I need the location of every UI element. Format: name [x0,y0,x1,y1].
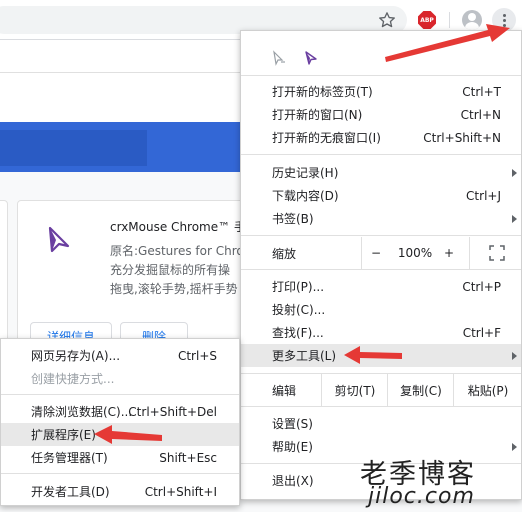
menu-separator [241,406,521,407]
menu-shortcut: Ctrl+Shift+I [144,484,217,499]
menu-label: 扩展程序(E) [31,428,96,442]
zoom-divider [361,237,362,269]
submenu-developer-tools[interactable]: 开发者工具(D) Ctrl+Shift+I [1,480,239,503]
menu-shortcut: Ctrl+P [462,279,501,294]
menu-new-incognito-window[interactable]: 打开新的无痕窗口(I) Ctrl+Shift+N [241,126,521,149]
menu-shortcut: Shift+Esc [159,450,217,465]
menu-label: 任务管理器(T) [31,451,108,465]
zoom-level: 100% [397,246,433,260]
submenu-save-page-as[interactable]: 网页另存为(A)... Ctrl+S [1,344,239,367]
menu-separator [241,154,521,155]
menu-label: 下载内容(D) [272,189,339,203]
chrome-main-menu: 打开新的标签页(T) Ctrl+T 打开新的窗口(N) Ctrl+N 打开新的无痕窗… [240,30,522,500]
menu-downloads[interactable]: 下载内容(D) Ctrl+J [241,184,521,207]
extension-name: crxMouse Chrome™ 手 [110,220,246,234]
chrome-menu-button[interactable] [492,8,516,32]
menu-new-tab[interactable]: 打开新的标签页(T) Ctrl+T [241,80,521,103]
edit-divider [453,374,454,406]
submenu-arrow-icon [512,442,517,451]
menu-label: 设置(S) [272,417,313,431]
menu-settings[interactable]: 设置(S) [241,412,521,435]
watermark-url: jiloc.com [368,484,475,509]
menu-label: 创建快捷方式... [31,372,115,386]
menu-history[interactable]: 历史记录(H) [241,161,521,184]
menu-shortcut: Ctrl+Shift+N [423,130,501,145]
extension-desc-line: 原名:Gestures for Chro [110,244,244,258]
zoom-out-button[interactable]: − [363,237,389,269]
page-header-title-area [0,130,147,166]
edit-label: 编辑 [272,383,297,398]
menu-separator [241,75,521,76]
edit-divider [387,374,388,406]
submenu-create-shortcut[interactable]: 创建快捷方式... [1,367,239,390]
zoom-row: 缩放 − 100% + [241,237,521,269]
menu-label: 打开新的窗口(N) [272,108,363,122]
cursor-arrow-icon[interactable] [303,50,319,69]
adblock-plus-icon[interactable]: ABP [418,11,436,29]
profile-avatar-icon[interactable] [462,10,482,30]
menu-label: 网页另存为(A)... [31,349,121,363]
submenu-extensions[interactable]: 扩展程序(E) [1,423,239,446]
menu-more-tools[interactable]: 更多工具(L) [241,344,521,367]
submenu-arrow-icon [512,351,517,360]
menu-label: 查找(F)... [272,326,324,340]
menu-separator [241,269,521,270]
copy-button[interactable]: 复制(C) [389,374,453,406]
menu-new-window[interactable]: 打开新的窗口(N) Ctrl+N [241,103,521,126]
submenu-task-manager[interactable]: 任务管理器(T) Shift+Esc [1,446,239,469]
menu-separator [1,473,239,474]
menu-shortcut: Ctrl+T [462,84,501,99]
extension-desc-line: 充分发掘鼠标的所有操 [110,263,231,277]
menu-label: 更多工具(L) [272,349,337,363]
menu-separator [241,235,521,236]
zoom-label: 缩放 [272,246,297,261]
menu-label: 书签(B) [272,212,314,226]
menu-shortcut: Ctrl+F [462,325,501,340]
menu-print[interactable]: 打印(P)... Ctrl+P [241,275,521,298]
menu-label: 清除浏览数据(C)... [31,405,133,419]
cut-button[interactable]: 剪切(T) [323,374,387,406]
zoom-in-button[interactable]: + [437,237,461,269]
submenu-arrow-icon [512,168,517,177]
menu-shortcut: Ctrl+S [177,348,217,363]
menu-shortcut: Ctrl+N [460,107,501,122]
extension-description: 原名:Gestures for Chro 充分发掘鼠标的所有操 拖曳,滚轮手势,… [110,242,250,299]
cursor-hand-icon[interactable] [271,50,287,69]
extension-card-partial [0,200,8,350]
menu-label: 帮助(E) [272,440,313,454]
menu-label: 打开新的无痕窗口(I) [272,131,381,145]
more-tools-submenu: 网页另存为(A)... Ctrl+S 创建快捷方式... 清除浏览数据(C)...… [0,338,240,506]
edit-row: 编辑 剪切(T) 复制(C) 粘贴(P) [241,374,521,406]
menu-label: 投射(C)... [272,303,326,317]
paste-button[interactable]: 粘贴(P) [455,374,521,406]
menu-label: 开发者工具(D) [31,485,110,499]
fullscreen-icon[interactable] [477,237,517,269]
edit-divider [321,374,322,406]
extension-desc-line: 拖曳,滚轮手势,摇杆手势 [110,282,238,296]
menu-separator [1,394,239,395]
bookmark-star-icon[interactable] [375,8,399,32]
crxmouse-logo-icon [44,224,74,254]
menu-label: 打印(P)... [272,280,325,294]
toolbar-divider [449,12,450,28]
menu-shortcut: Ctrl+J [466,188,501,203]
menu-label: 历史记录(H) [272,166,339,180]
menu-find[interactable]: 查找(F)... Ctrl+F [241,321,521,344]
menu-label: 打开新的标签页(T) [272,85,373,99]
menu-shortcut: Ctrl+Shift+Del [128,404,217,419]
menu-cast[interactable]: 投射(C)... [241,298,521,321]
zoom-divider [469,237,470,269]
submenu-clear-browsing-data[interactable]: 清除浏览数据(C)... Ctrl+Shift+Del [1,400,239,423]
submenu-arrow-icon [512,214,517,223]
menu-label: 退出(X) [272,474,314,488]
menu-bookmarks[interactable]: 书签(B) [241,207,521,230]
